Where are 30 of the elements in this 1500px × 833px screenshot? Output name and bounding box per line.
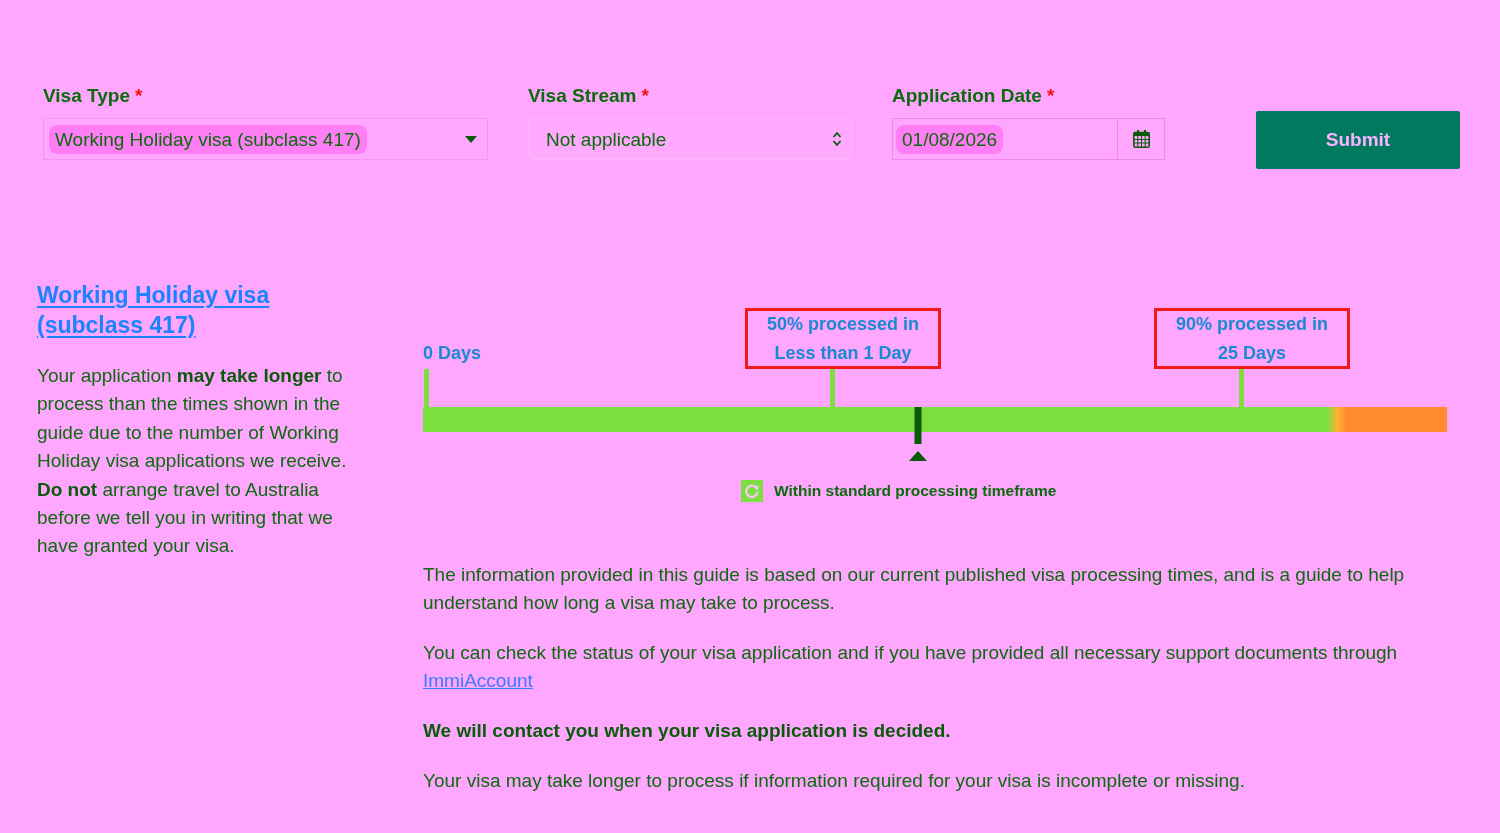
milestone-share-label: 50% processed in bbox=[766, 312, 920, 336]
calendar-button[interactable] bbox=[1118, 118, 1165, 160]
milestone-time-label: 25 Days bbox=[1217, 341, 1287, 365]
info-paragraph: We will contact you when your visa application is decided. bbox=[423, 719, 952, 743]
immiaccount-link[interactable]: ImmiAccount bbox=[423, 670, 533, 691]
submit-button[interactable]: Submit bbox=[1256, 111, 1460, 169]
field-label: Application Date bbox=[892, 84, 1042, 108]
milestone-time-label: Less than 1 Day bbox=[774, 341, 912, 365]
info-paragraph: Your visa may take longer to process if information required for your visa is incomplete or missing. bbox=[423, 769, 1246, 793]
timeline-start-label: 0 Days bbox=[423, 342, 482, 364]
date-field[interactable]: 01/08/2026 bbox=[892, 118, 1118, 160]
status-text: Within standard processing timeframe bbox=[774, 481, 1057, 501]
guide-title-link[interactable]: Working Holiday visa (subclass 417) bbox=[37, 280, 287, 340]
timeline-tick bbox=[829, 369, 835, 407]
visa-type-dropdown[interactable]: Working Holiday visa (subclass 417) bbox=[43, 118, 488, 160]
field-label: Visa Type bbox=[43, 84, 130, 108]
timeline-tick bbox=[1238, 369, 1244, 407]
visa-stream-select[interactable]: Not applicable bbox=[528, 118, 852, 160]
required-asterisk: * bbox=[134, 84, 143, 108]
required-asterisk: * bbox=[1046, 84, 1055, 108]
calendar-icon bbox=[1132, 130, 1150, 148]
info-paragraph: You can check the status of your visa application and if you have provided all necessary support documents through ImmiAccount bbox=[423, 641, 1399, 693]
required-asterisk: * bbox=[641, 84, 649, 108]
caret-down-icon bbox=[465, 135, 477, 143]
milestone-share-label: 90% processed in bbox=[1175, 312, 1329, 336]
timeline-tick bbox=[424, 369, 429, 407]
up-down-chevron-icon bbox=[832, 131, 842, 147]
info-paragraph: The information provided in this guide is based on our current published visa processing times, and is a guide to help understand how long a visa may take to process. bbox=[423, 563, 1406, 615]
guide-note: Your application may take longer to process than the times shown in the guide due to the number of Working Holiday visa applications we receive. Do not arrange travel to Australia before we tell you in writing that we have granted your visa. bbox=[37, 364, 348, 559]
field-label: Visa Stream bbox=[528, 84, 637, 108]
